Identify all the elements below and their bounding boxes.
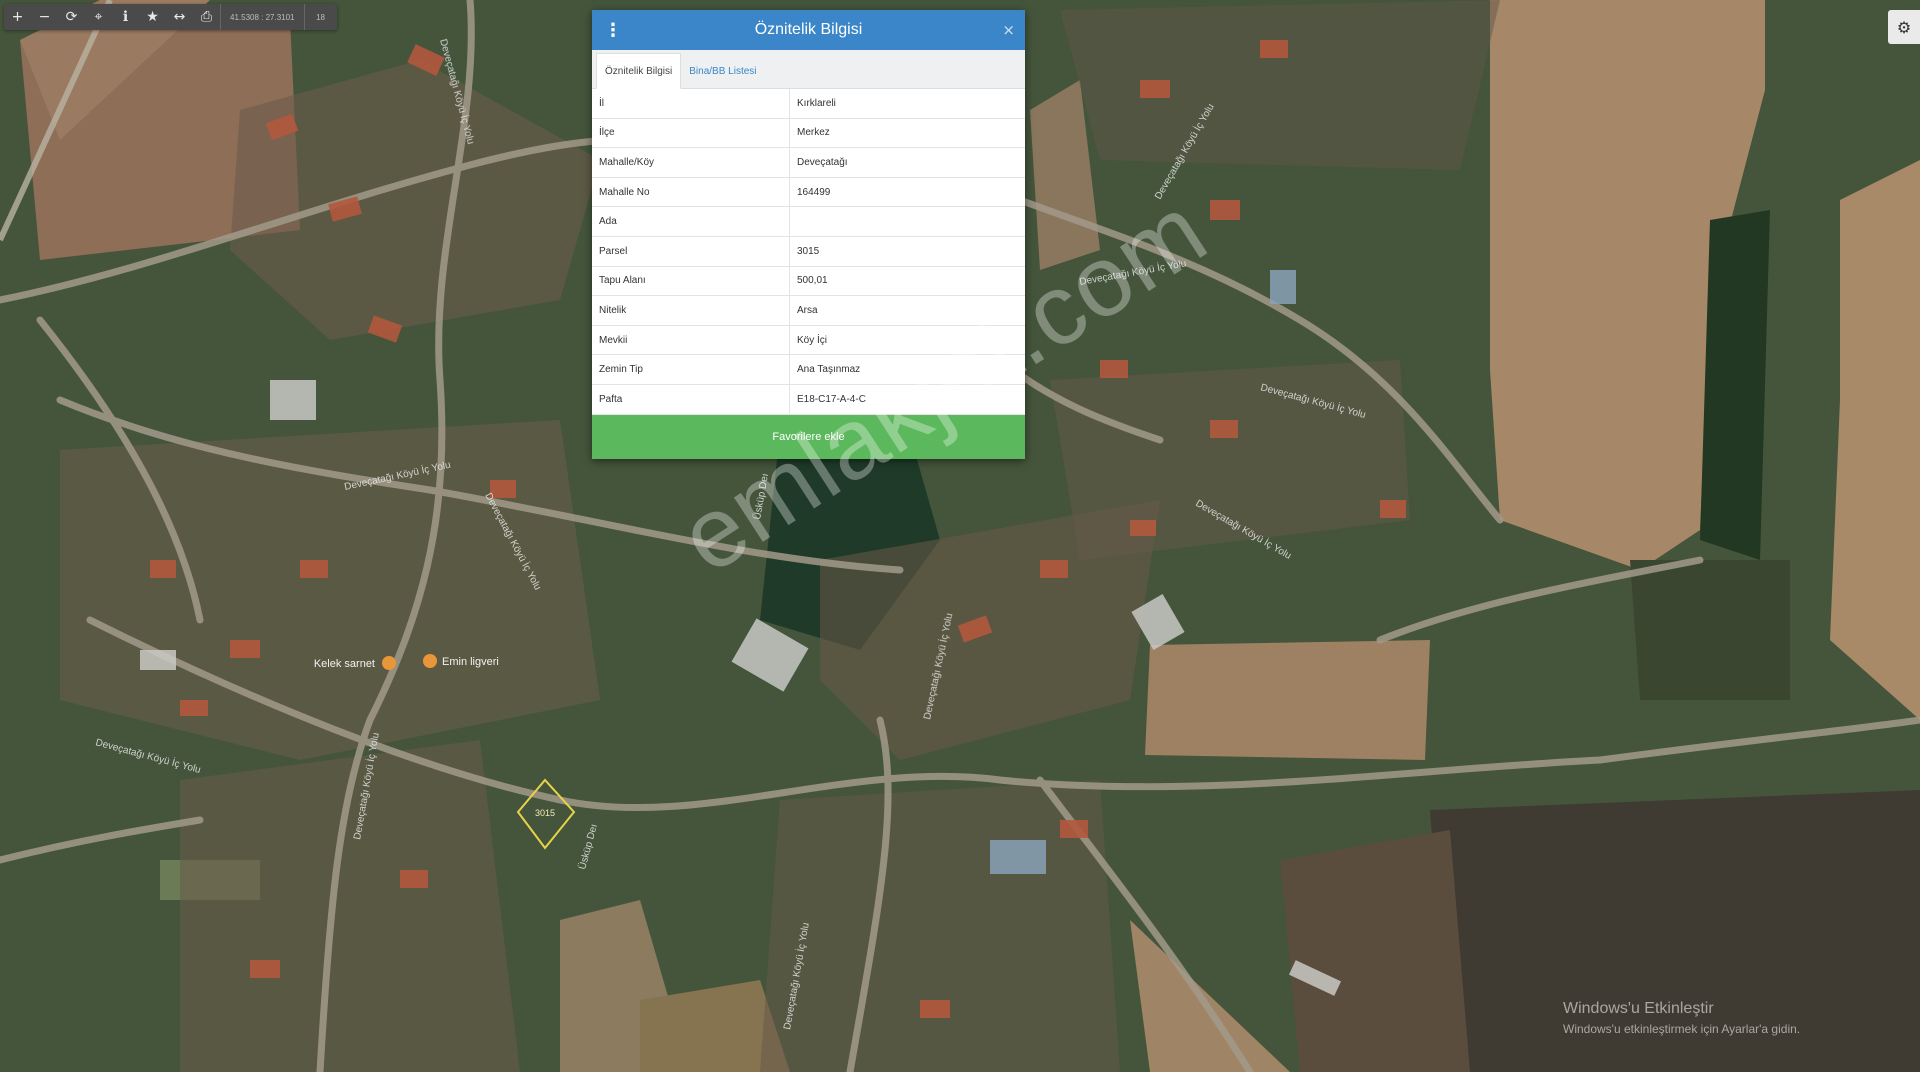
zoom-level: 18	[303, 4, 337, 30]
table-row: Tapu Alanı 500,01	[592, 266, 1025, 297]
attribute-key: İl	[592, 89, 790, 119]
attribute-value	[789, 206, 1025, 237]
attribute-key: Ada	[592, 206, 790, 237]
attribute-value: Merkez	[789, 118, 1025, 149]
info-icon[interactable]: ℹ	[112, 4, 139, 30]
attribute-value: Kırklareli	[789, 89, 1025, 119]
table-row: Mahalle No 164499	[592, 177, 1025, 208]
favorites-star-icon[interactable]: ★	[139, 4, 166, 30]
coordinate-readout: 41.5308 : 27.3101	[220, 4, 304, 30]
table-row: İl Kırklareli	[592, 89, 1025, 119]
print-icon[interactable]: ⎙	[193, 4, 220, 30]
table-row: Parsel 3015	[592, 236, 1025, 267]
parcel-label: 3015	[535, 808, 555, 818]
kebab-menu-icon[interactable]: ⋮	[604, 10, 622, 50]
panel-tabs: Öznitelik Bilgisi Bina/BB Listesi	[592, 50, 1025, 89]
attribute-value: Deveçatağı	[789, 147, 1025, 178]
close-icon[interactable]: ×	[1002, 10, 1015, 50]
attribute-key: Zemin Tip	[592, 354, 790, 385]
poi-label: Emin ligveri	[442, 656, 499, 668]
panel-title: Öznitelik Bilgisi	[754, 21, 863, 38]
settings-gear-icon[interactable]: ⚙	[1888, 10, 1920, 44]
zoom-in-icon[interactable]: +	[4, 4, 31, 30]
table-row: İlçe Merkez	[592, 118, 1025, 149]
zoom-out-icon[interactable]: −	[31, 4, 58, 30]
table-row: Mahalle/Köy Deveçatağı	[592, 147, 1025, 178]
activation-subtitle: Windows'u etkinleştirmek için Ayarlar'a …	[1563, 1022, 1801, 1036]
refresh-icon[interactable]: ⟳	[58, 4, 85, 30]
attribute-key: İlçe	[592, 118, 790, 149]
windows-activation-notice: Windows'u Etkinleştir Windows'u etkinleş…	[1563, 1000, 1800, 1036]
attribute-key: Tapu Alanı	[592, 266, 790, 297]
attribute-key: Mahalle No	[592, 177, 790, 208]
activation-title: Windows'u Etkinleştir	[1563, 1000, 1714, 1017]
attribute-key: Pafta	[592, 384, 790, 415]
locate-icon[interactable]: ⌖	[85, 4, 112, 30]
attribute-key: Parsel	[592, 236, 790, 267]
attribute-key: Nitelik	[592, 295, 790, 326]
tab-attribute-info[interactable]: Öznitelik Bilgisi	[596, 53, 682, 89]
tab-building-list[interactable]: Bina/BB Listesi	[681, 54, 764, 88]
table-row: Ada	[592, 206, 1025, 237]
attribute-value: 3015	[789, 236, 1025, 267]
map-toolbar: + − ⟳ ⌖ ℹ ★ ↔ ⎙ 41.5308 : 27.3101 18	[4, 4, 337, 30]
measure-icon[interactable]: ↔	[166, 4, 193, 30]
panel-header: ⋮ Öznitelik Bilgisi ×	[592, 10, 1025, 50]
attribute-key: Mahalle/Köy	[592, 147, 790, 178]
attribute-value: 164499	[789, 177, 1025, 208]
poi-label: Kelek sarnet	[314, 658, 375, 670]
attribute-key: Mevkii	[592, 325, 790, 356]
